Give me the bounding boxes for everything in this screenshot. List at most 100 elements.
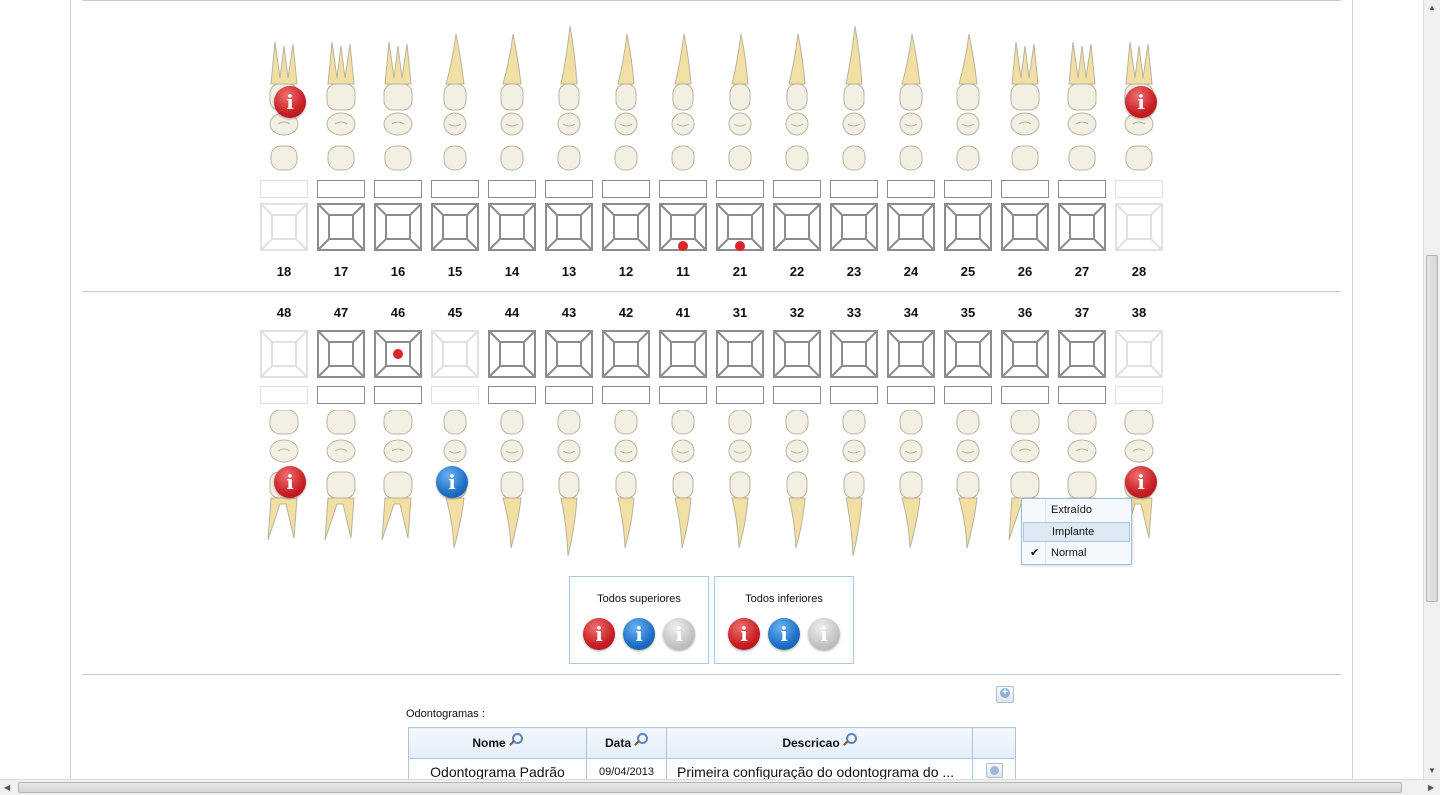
tooth-12-status-box[interactable] bbox=[602, 180, 650, 198]
tooth-24-surface-map[interactable] bbox=[887, 203, 935, 251]
tooth-22-surface-map[interactable] bbox=[773, 203, 821, 251]
tooth-32-surface-map[interactable] bbox=[773, 330, 821, 378]
tooth-26-surface-map[interactable] bbox=[1001, 203, 1049, 251]
tooth-35-surface-map[interactable] bbox=[944, 330, 992, 378]
scroll-down-icon[interactable]: ▼ bbox=[1428, 766, 1436, 775]
tooth-15-surface-map[interactable] bbox=[431, 203, 479, 251]
tooth-35-status-box[interactable] bbox=[944, 386, 992, 404]
menu-item-implante[interactable]: Implante bbox=[1023, 522, 1130, 542]
tooth-18-status-box[interactable] bbox=[260, 180, 308, 198]
search-icon[interactable] bbox=[637, 733, 648, 744]
column-header-nome[interactable]: Nome bbox=[408, 727, 587, 759]
tooth-37-surface-map[interactable] bbox=[1058, 330, 1106, 378]
tooth-48-surface-map[interactable] bbox=[260, 330, 308, 378]
tooth-31-surface-map[interactable] bbox=[716, 330, 764, 378]
tooth-47-surface-map[interactable] bbox=[317, 330, 365, 378]
tooth-17-illustration bbox=[326, 41, 356, 171]
tooth-15-status-box[interactable] bbox=[431, 180, 479, 198]
remove-row-button[interactable] bbox=[985, 762, 1003, 778]
tooth-31-status-box[interactable] bbox=[716, 386, 764, 404]
tooth-41-status-box[interactable] bbox=[659, 386, 707, 404]
tooth-15-number: 15 bbox=[447, 264, 463, 279]
tooth-46-status-box[interactable] bbox=[374, 386, 422, 404]
horizontal-scroll-thumb[interactable] bbox=[18, 782, 1402, 793]
tooth-18-red-info-icon[interactable]: i bbox=[274, 86, 306, 118]
upper-all-blue-info-icon[interactable]: i bbox=[623, 618, 655, 650]
tooth-41-number: 41 bbox=[675, 305, 691, 320]
tooth-23-surface-map[interactable] bbox=[830, 203, 878, 251]
search-icon[interactable] bbox=[511, 733, 523, 744]
tooth-38-surface-map[interactable] bbox=[1115, 330, 1163, 378]
tooth-34-surface-map[interactable] bbox=[887, 330, 935, 378]
tooth-45-surface-map[interactable] bbox=[431, 330, 479, 378]
menu-item-extraido[interactable]: Extraído bbox=[1023, 500, 1130, 520]
lower-all-red-info-icon[interactable]: i bbox=[728, 618, 760, 650]
scroll-up-icon[interactable]: ▲ bbox=[1428, 3, 1436, 12]
tooth-14-status-box[interactable] bbox=[488, 180, 536, 198]
tooth-12-surface-map[interactable] bbox=[602, 203, 650, 251]
tooth-13-status-box[interactable] bbox=[545, 180, 593, 198]
tooth-16-status-box[interactable] bbox=[374, 180, 422, 198]
tooth-47-status-box[interactable] bbox=[317, 386, 365, 404]
vertical-scrollbar[interactable]: ▲ ▼ bbox=[1423, 0, 1440, 779]
tooth-43-status-box[interactable] bbox=[545, 386, 593, 404]
tooth-41-surface-map[interactable] bbox=[659, 330, 707, 378]
column-header-descricao[interactable]: Descricao bbox=[666, 727, 973, 759]
tooth-28-surface-map[interactable] bbox=[1115, 203, 1163, 251]
tooth-33-surface-map[interactable] bbox=[830, 330, 878, 378]
tooth-45-blue-info-icon[interactable]: i bbox=[436, 466, 468, 498]
tooth-44-status-box[interactable] bbox=[488, 386, 536, 404]
horizontal-scrollbar[interactable]: ◀ ▶ bbox=[0, 779, 1440, 795]
tooth-37-status-box[interactable] bbox=[1058, 386, 1106, 404]
tooth-38-red-info-icon[interactable]: i bbox=[1125, 466, 1157, 498]
tooth-45-status-box[interactable] bbox=[431, 386, 479, 404]
tooth-42-surface-map[interactable] bbox=[602, 330, 650, 378]
tooth-25-surface-map[interactable] bbox=[944, 203, 992, 251]
tooth-42-status-box[interactable] bbox=[602, 386, 650, 404]
tooth-36-surface-map[interactable] bbox=[1001, 330, 1049, 378]
tooth-43-surface-map[interactable] bbox=[545, 330, 593, 378]
tooth-13-surface-map[interactable] bbox=[545, 203, 593, 251]
tooth-36-status-box[interactable] bbox=[1001, 386, 1049, 404]
tooth-48-red-info-icon[interactable]: i bbox=[274, 466, 306, 498]
column-header-data[interactable]: Data bbox=[586, 727, 667, 759]
menu-item-normal[interactable]: ✔ Normal bbox=[1023, 543, 1130, 563]
tooth-44-surface-map[interactable] bbox=[488, 330, 536, 378]
tooth-25-status-box[interactable] bbox=[944, 180, 992, 198]
tooth-24-status-box[interactable] bbox=[887, 180, 935, 198]
scroll-right-icon[interactable]: ▶ bbox=[1428, 783, 1434, 792]
tooth-14-surface-map[interactable] bbox=[488, 203, 536, 251]
lower-all-gray-info-icon[interactable]: i bbox=[808, 618, 840, 650]
search-icon[interactable] bbox=[845, 733, 857, 744]
tooth-38-status-box[interactable] bbox=[1115, 386, 1163, 404]
tooth-45-number: 45 bbox=[447, 305, 463, 320]
vertical-scroll-thumb[interactable] bbox=[1426, 255, 1438, 602]
tooth-27-status-box[interactable] bbox=[1058, 180, 1106, 198]
tooth-18-surface-map[interactable] bbox=[260, 203, 308, 251]
tooth-26-illustration bbox=[1010, 41, 1040, 171]
tooth-34-number: 34 bbox=[903, 305, 919, 320]
tooth-21-status-box[interactable] bbox=[716, 180, 764, 198]
upper-all-gray-info-icon[interactable]: i bbox=[663, 618, 695, 650]
tooth-23-number: 23 bbox=[846, 264, 862, 279]
tooth-28-status-box[interactable] bbox=[1115, 180, 1163, 198]
scroll-left-icon[interactable]: ◀ bbox=[4, 783, 10, 792]
tooth-28-red-info-icon[interactable]: i bbox=[1125, 86, 1157, 118]
tooth-11-lesion-marker bbox=[678, 241, 688, 251]
tooth-23-status-box[interactable] bbox=[830, 180, 878, 198]
tooth-33-status-box[interactable] bbox=[830, 386, 878, 404]
tooth-17-status-box[interactable] bbox=[317, 180, 365, 198]
tooth-42-illustration bbox=[614, 410, 638, 549]
tooth-16-surface-map[interactable] bbox=[374, 203, 422, 251]
lower-all-blue-info-icon[interactable]: i bbox=[768, 618, 800, 650]
tooth-27-surface-map[interactable] bbox=[1058, 203, 1106, 251]
upper-all-red-info-icon[interactable]: i bbox=[583, 618, 615, 650]
tooth-22-status-box[interactable] bbox=[773, 180, 821, 198]
tooth-17-surface-map[interactable] bbox=[317, 203, 365, 251]
tooth-11-status-box[interactable] bbox=[659, 180, 707, 198]
tooth-34-status-box[interactable] bbox=[887, 386, 935, 404]
tooth-32-status-box[interactable] bbox=[773, 386, 821, 404]
tooth-26-status-box[interactable] bbox=[1001, 180, 1049, 198]
tooth-48-status-box[interactable] bbox=[260, 386, 308, 404]
add-odontograma-button[interactable] bbox=[996, 686, 1014, 703]
